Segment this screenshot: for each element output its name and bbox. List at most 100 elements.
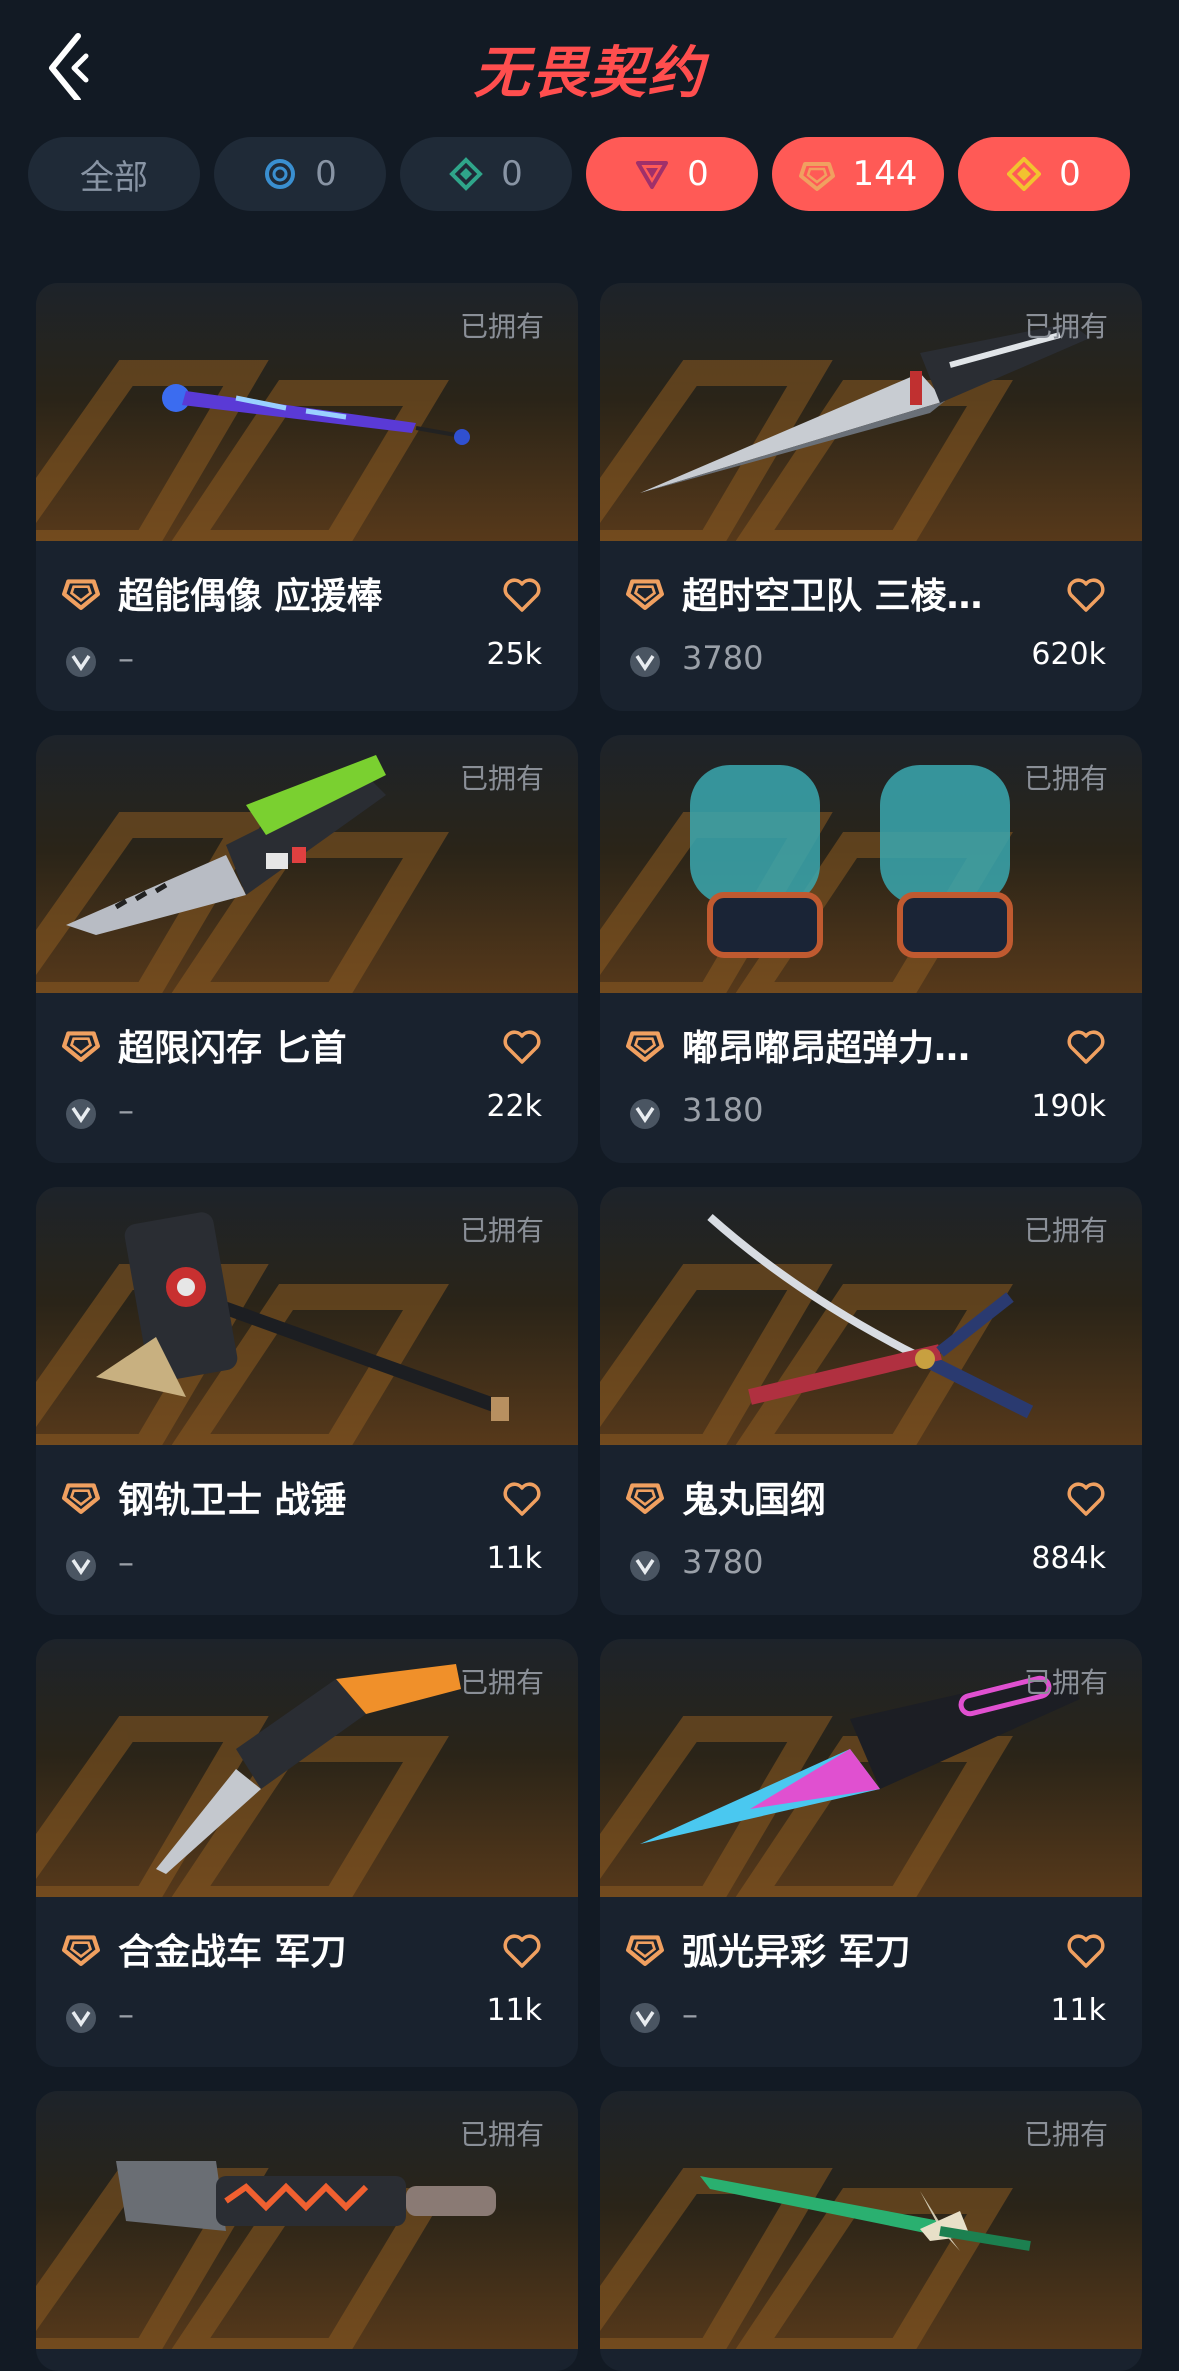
filter-all[interactable]: 全部 (28, 137, 200, 211)
heart-icon[interactable] (1066, 1933, 1106, 1969)
filter-count: 0 (501, 154, 523, 194)
skin-card[interactable]: 已拥有 超能偶像 应援棒 – 25k (36, 283, 578, 711)
owned-label: 已拥有 (1023, 1666, 1108, 1699)
vp-currency-icon (630, 647, 660, 677)
skin-image: 已拥有 (600, 283, 1142, 541)
owned-label: 已拥有 (459, 1666, 544, 1699)
like-count: 11k (486, 1993, 542, 2028)
skin-name: 合金战车 军刀 (118, 1932, 347, 1973)
skin-card[interactable]: 已拥有 超限闪存 匕首 – 22k (36, 735, 578, 1163)
skin-image: 已拥有 (36, 1639, 578, 1897)
skin-image: 已拥有 (600, 735, 1142, 993)
skin-image: 已拥有 (600, 1639, 1142, 1897)
filter-ultra-tier[interactable]: 0 (958, 137, 1130, 211)
exclusive-tier-icon (626, 1483, 664, 1514)
skin-name: 嘟昂嘟昂超弹力… (682, 1028, 971, 1069)
skin-image: 已拥有 (600, 1187, 1142, 1445)
like-count: 25k (486, 637, 542, 672)
app-title: 无畏契约 (473, 41, 706, 106)
owned-label: 已拥有 (1023, 762, 1108, 795)
vp-currency-icon (66, 1099, 96, 1129)
deluxe-tier-icon (449, 157, 484, 191)
skin-info: 超能偶像 应援棒 – 25k (36, 541, 578, 711)
heart-icon[interactable] (502, 1029, 542, 1065)
like-count: 190k (1031, 1089, 1106, 1124)
owned-label: 已拥有 (459, 1214, 544, 1247)
skin-price: – (118, 1543, 134, 1581)
vp-currency-icon (630, 1551, 660, 1581)
heart-icon[interactable] (1066, 1481, 1106, 1517)
heart-icon[interactable] (1066, 577, 1106, 613)
exclusive-tier-icon (626, 1031, 664, 1062)
skin-card[interactable]: 已拥有 鬼丸国纲 3780 884k (600, 1187, 1142, 1615)
skin-name: 超时空卫队 三棱… (682, 576, 983, 617)
like-count: 22k (486, 1089, 542, 1124)
skin-name: 弧光异彩 军刀 (682, 1932, 911, 1973)
like-count: 11k (486, 1541, 542, 1576)
header: 无畏契约 (0, 0, 1179, 130)
skin-card[interactable]: 已拥有 (36, 2091, 578, 2371)
skin-name: 钢轨卫士 战锤 (118, 1480, 347, 1521)
premium-tier-icon (636, 161, 669, 189)
exclusive-tier-icon (798, 162, 835, 191)
owned-label: 已拥有 (1023, 310, 1108, 343)
filter-count: 0 (687, 154, 709, 194)
filter-count: 0 (315, 154, 337, 194)
skin-price: 3780 (682, 639, 764, 677)
tier-filter-bar: 全部 0 0 0 144 0 (28, 137, 1158, 211)
skin-card[interactable]: 已拥有 弧光异彩 军刀 – 11k (600, 1639, 1142, 2067)
skin-name: 超能偶像 应援棒 (118, 576, 383, 617)
skin-card[interactable]: 已拥有 钢轨卫士 战锤 – 11k (36, 1187, 578, 1615)
exclusive-tier-icon (62, 1483, 100, 1514)
skin-info: 鬼丸国纲 3780 884k (600, 1445, 1142, 1615)
skin-info: 嘟昂嘟昂超弹力… 3180 190k (600, 993, 1142, 1163)
exclusive-tier-icon (62, 579, 100, 610)
skin-image: 已拥有 (36, 1187, 578, 1445)
like-count: 884k (1031, 1541, 1106, 1576)
filter-select-tier[interactable]: 0 (214, 137, 386, 211)
owned-label: 已拥有 (1023, 2118, 1108, 2151)
skin-price: – (682, 1995, 698, 2033)
filter-count: 144 (852, 154, 918, 194)
filter-premium-tier[interactable]: 0 (586, 137, 758, 211)
heart-icon[interactable] (502, 1481, 542, 1517)
exclusive-tier-icon (626, 579, 664, 610)
filter-label: 全部 (80, 157, 148, 198)
vp-currency-icon (630, 1099, 660, 1129)
heart-icon[interactable] (1066, 1029, 1106, 1065)
owned-label: 已拥有 (459, 310, 544, 343)
skin-name: 超限闪存 匕首 (118, 1028, 347, 1069)
filter-deluxe-tier[interactable]: 0 (400, 137, 572, 211)
select-tier-icon (265, 159, 296, 189)
skin-card[interactable]: 已拥有 超时空卫队 三棱… 3780 620k (600, 283, 1142, 711)
owned-label: 已拥有 (459, 762, 544, 795)
vp-currency-icon (630, 2003, 660, 2033)
skin-card[interactable]: 已拥有 (600, 2091, 1142, 2371)
skin-card[interactable]: 已拥有 嘟昂嘟昂超弹力… 3180 190k (600, 735, 1142, 1163)
skin-image: 已拥有 (600, 2091, 1142, 2349)
exclusive-tier-icon (62, 1031, 100, 1062)
heart-icon[interactable] (502, 1933, 542, 1969)
vp-currency-icon (66, 2003, 96, 2033)
skin-price: 3180 (682, 1091, 764, 1129)
filter-exclusive-tier[interactable]: 144 (772, 137, 944, 211)
ultra-tier-icon (1007, 157, 1042, 191)
exclusive-tier-icon (626, 1935, 664, 1966)
skin-info: 合金战车 军刀 – 11k (36, 1897, 578, 2067)
skin-info: 弧光异彩 军刀 – 11k (600, 1897, 1142, 2067)
vp-currency-icon (66, 1551, 96, 1581)
owned-label: 已拥有 (459, 2118, 544, 2151)
skin-name: 鬼丸国纲 (682, 1480, 827, 1521)
heart-icon[interactable] (502, 577, 542, 613)
skin-price: 3780 (682, 1543, 764, 1581)
skin-card[interactable]: 已拥有 合金战车 军刀 – 11k (36, 1639, 578, 2067)
skin-price: – (118, 639, 134, 677)
skin-price: – (118, 1091, 134, 1129)
owned-label: 已拥有 (1023, 1214, 1108, 1247)
skin-info: 钢轨卫士 战锤 – 11k (36, 1445, 578, 1615)
skin-image: 已拥有 (36, 2091, 578, 2349)
vp-currency-icon (66, 647, 96, 677)
skin-image: 已拥有 (36, 283, 578, 541)
like-count: 620k (1031, 637, 1106, 672)
skin-info: 超限闪存 匕首 – 22k (36, 993, 578, 1163)
